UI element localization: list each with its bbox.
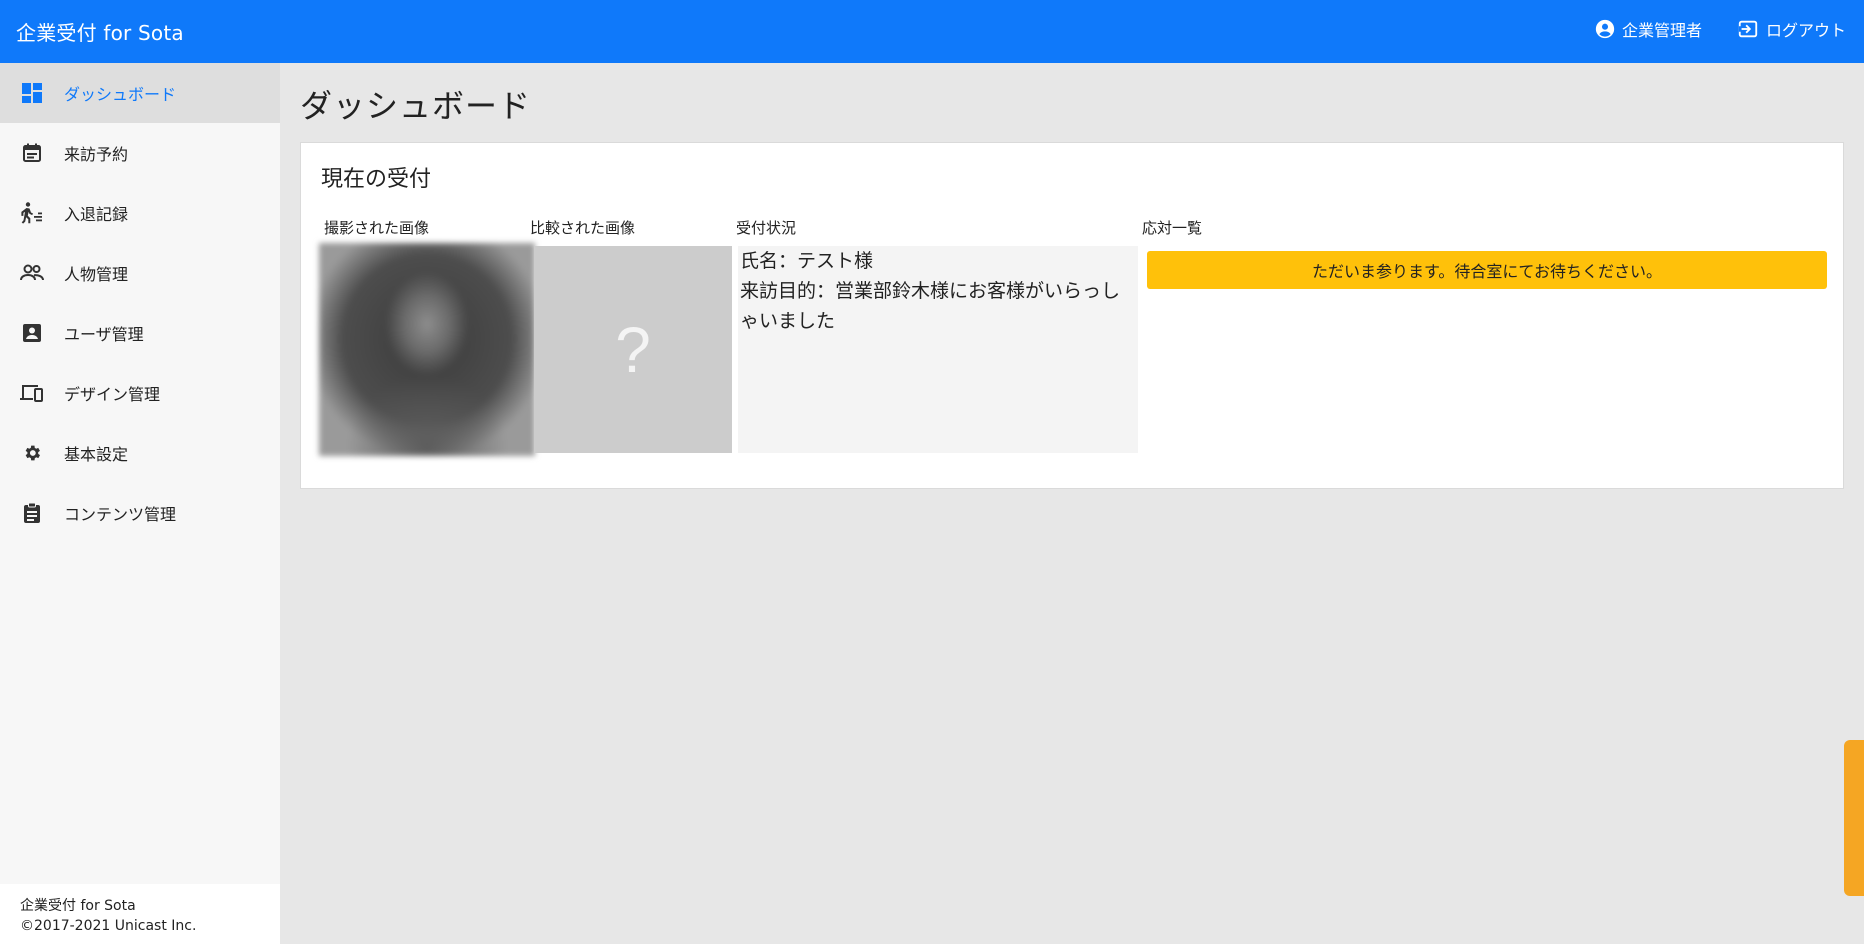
sidebar-item-design-management[interactable]: デザイン管理 <box>0 363 280 423</box>
response-list: ただいま参ります。待合室にてお待ちください。 <box>1147 251 1827 289</box>
compared-image-placeholder: ? <box>534 246 732 453</box>
captured-photo <box>319 243 535 456</box>
sidebar-item-label: 来訪予約 <box>64 145 129 164</box>
main-content: ダッシュボード 現在の受付 撮影された画像 比較された画像 受付状況 応対一覧 … <box>280 63 1864 944</box>
sidebar-item-label: ダッシュボード <box>64 85 177 104</box>
footer-copyright: ©2017-2021 Unicast Inc. <box>20 918 197 934</box>
logout-icon <box>1736 18 1760 40</box>
dashboard-icon <box>20 81 44 105</box>
sidebar-item-label: 基本設定 <box>64 445 129 464</box>
user-menu[interactable]: 企業管理者 <box>1594 17 1702 41</box>
calendar-icon <box>20 141 44 165</box>
sidebar-item-basic-settings[interactable]: 基本設定 <box>0 423 280 483</box>
sidebar-item-label: デザイン管理 <box>64 385 161 404</box>
sidebar-item-label: コンテンツ管理 <box>64 505 177 524</box>
sidebar-item-user-management[interactable]: ユーザ管理 <box>0 303 280 363</box>
column-header-compared-image: 比較された画像 <box>530 219 636 237</box>
column-header-responses: 応対一覧 <box>1142 219 1203 237</box>
side-feedback-widget[interactable] <box>1844 740 1864 896</box>
column-header-captured-image: 撮影された画像 <box>324 219 430 237</box>
question-mark-icon: ? <box>615 313 651 386</box>
account-circle-icon <box>1594 18 1616 40</box>
devices-icon <box>20 381 44 405</box>
app-title: 企業受付 for Sota <box>16 21 184 45</box>
visit-purpose: 来訪目的：営業部鈴木様にお客様がいらっしゃいました <box>740 280 1121 332</box>
top-app-bar: 企業受付 for Sota 企業管理者 ログアウト <box>0 0 1864 63</box>
header-actions: 企業管理者 ログアウト <box>1594 17 1846 41</box>
sidebar-item-visit-reservation[interactable]: 来訪予約 <box>0 123 280 183</box>
card-title: 現在の受付 <box>321 167 432 192</box>
sidebar-item-label: ユーザ管理 <box>64 325 144 344</box>
logout-label: ログアウト <box>1765 20 1846 40</box>
gear-icon <box>20 441 44 465</box>
footer-app-name: 企業受付 for Sota <box>20 898 136 914</box>
response-button-wait[interactable]: ただいま参ります。待合室にてお待ちください。 <box>1147 251 1827 289</box>
contact-card-icon <box>20 321 44 345</box>
visitor-name: 氏名：テスト様 <box>740 250 874 272</box>
sidebar-footer: 企業受付 for Sota ©2017-2021 Unicast Inc. <box>0 884 280 944</box>
sidebar-item-person-management[interactable]: 人物管理 <box>0 243 280 303</box>
user-label: 企業管理者 <box>1621 20 1702 40</box>
walking-person-icon <box>20 201 44 225</box>
page-title: ダッシュボード <box>300 87 532 125</box>
people-icon <box>20 261 44 285</box>
sidebar-item-label: 入退記録 <box>64 205 129 224</box>
logout-button[interactable]: ログアウト <box>1736 17 1846 41</box>
current-reception-card: 現在の受付 撮影された画像 比較された画像 受付状況 応対一覧 ? 氏名：テスト… <box>300 142 1844 489</box>
sidebar: ダッシュボード 来訪予約 入退記録 人物管理 ユーザ管理 デザイン管理 基本設定… <box>0 63 280 944</box>
sidebar-item-entry-exit-log[interactable]: 入退記録 <box>0 183 280 243</box>
column-header-status: 受付状況 <box>736 219 797 237</box>
reception-status: 氏名：テスト様 来訪目的：営業部鈴木様にお客様がいらっしゃいました <box>738 246 1138 453</box>
sidebar-item-dashboard[interactable]: ダッシュボード <box>0 63 280 123</box>
sidebar-item-content-management[interactable]: コンテンツ管理 <box>0 483 280 543</box>
sidebar-item-label: 人物管理 <box>64 265 129 284</box>
clipboard-icon <box>20 501 44 525</box>
